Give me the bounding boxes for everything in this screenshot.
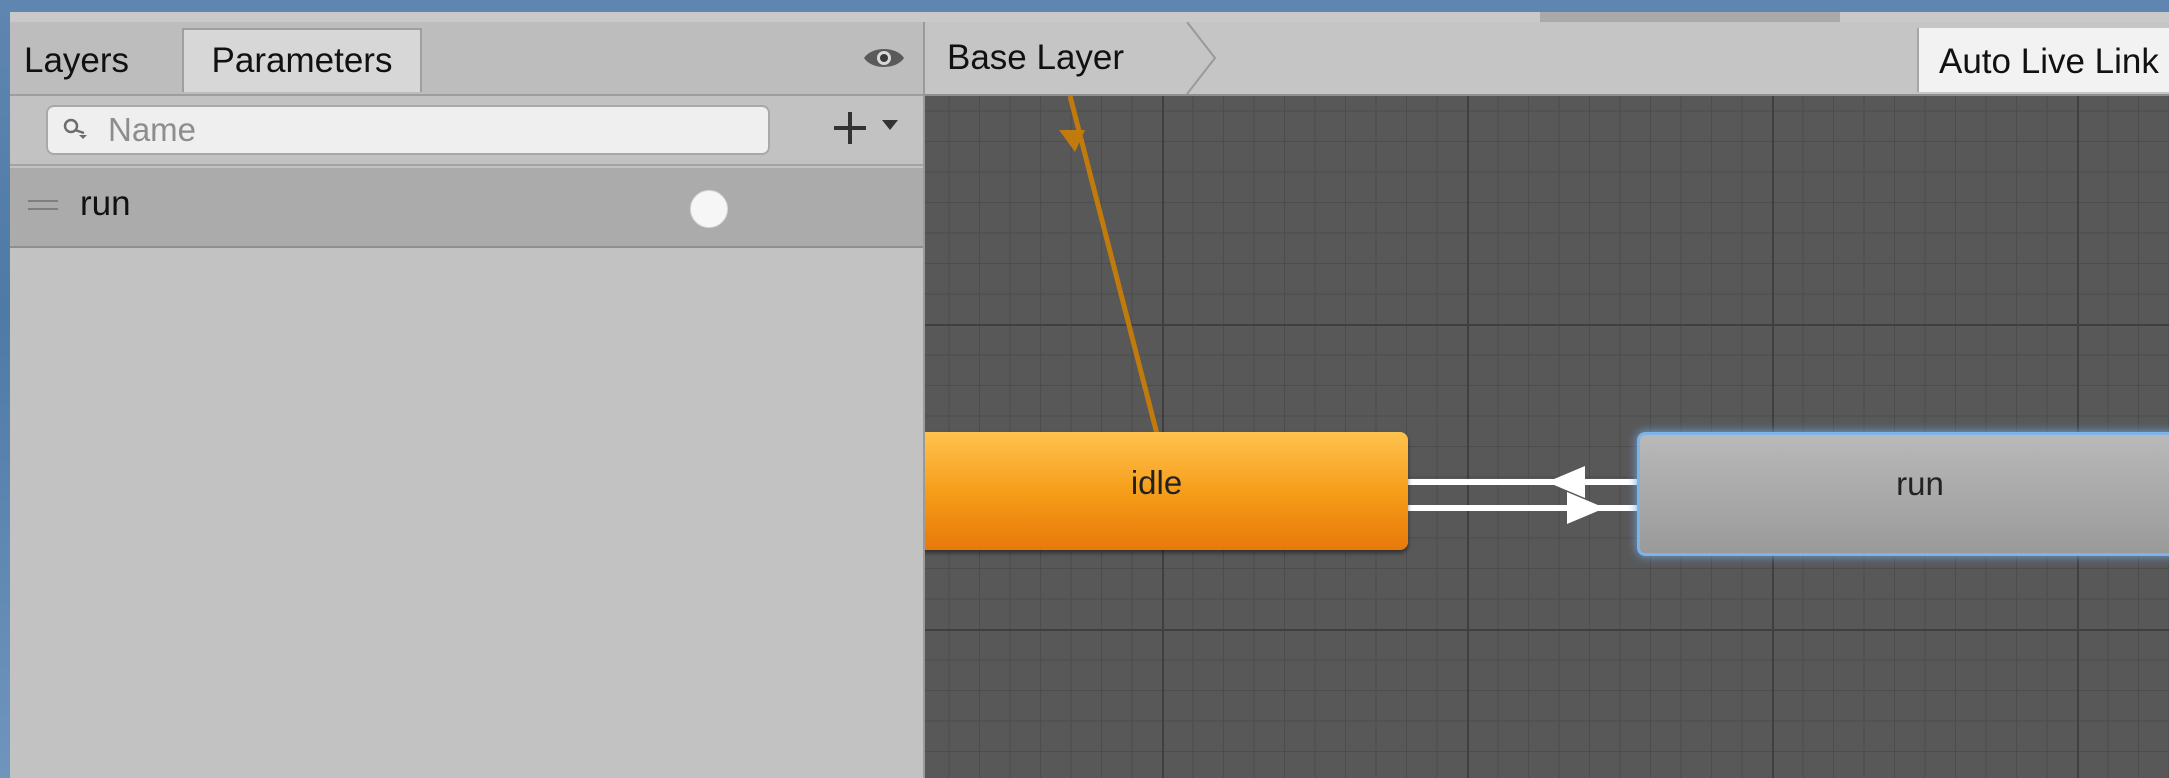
transition-idle-to-run[interactable]	[1401, 492, 1637, 524]
trigger-toggle[interactable]	[690, 190, 728, 228]
drag-handle-icon[interactable]	[28, 200, 58, 212]
transitions-layer	[1059, 95, 1637, 524]
top-strip-segment	[1840, 12, 2169, 22]
parameters-panel: Layers Parameters Name run	[10, 22, 925, 778]
eye-icon[interactable]	[862, 44, 906, 72]
top-strip-segment	[10, 12, 1540, 22]
panel-tabs: Layers Parameters	[10, 22, 923, 96]
state-node-run[interactable]: run	[1637, 432, 2169, 556]
parameter-name: run	[80, 184, 131, 223]
tab-parameters[interactable]: Parameters	[182, 28, 422, 92]
state-label: run	[1896, 465, 1944, 502]
chevron-down-icon[interactable]	[882, 120, 898, 130]
animator-window: Layers Parameters Name run Base Layer Au…	[10, 12, 2169, 778]
search-box	[46, 105, 770, 155]
add-parameter-icon[interactable]	[828, 106, 872, 150]
state-machine-graph[interactable]: Base Layer Auto Live Link idle run	[925, 22, 2169, 778]
search-icon	[63, 118, 87, 139]
transition-run-to-idle[interactable]	[1401, 466, 1637, 498]
search-row	[10, 96, 923, 166]
state-node-idle[interactable]: idle	[925, 432, 1408, 550]
tab-layers[interactable]: Layers	[24, 30, 129, 92]
state-label: idle	[1130, 464, 1183, 501]
entry-transition[interactable]	[1059, 95, 1160, 435]
window-top-strip	[10, 12, 2169, 22]
parameter-row[interactable]: run	[10, 168, 923, 248]
search-input[interactable]	[106, 111, 750, 149]
